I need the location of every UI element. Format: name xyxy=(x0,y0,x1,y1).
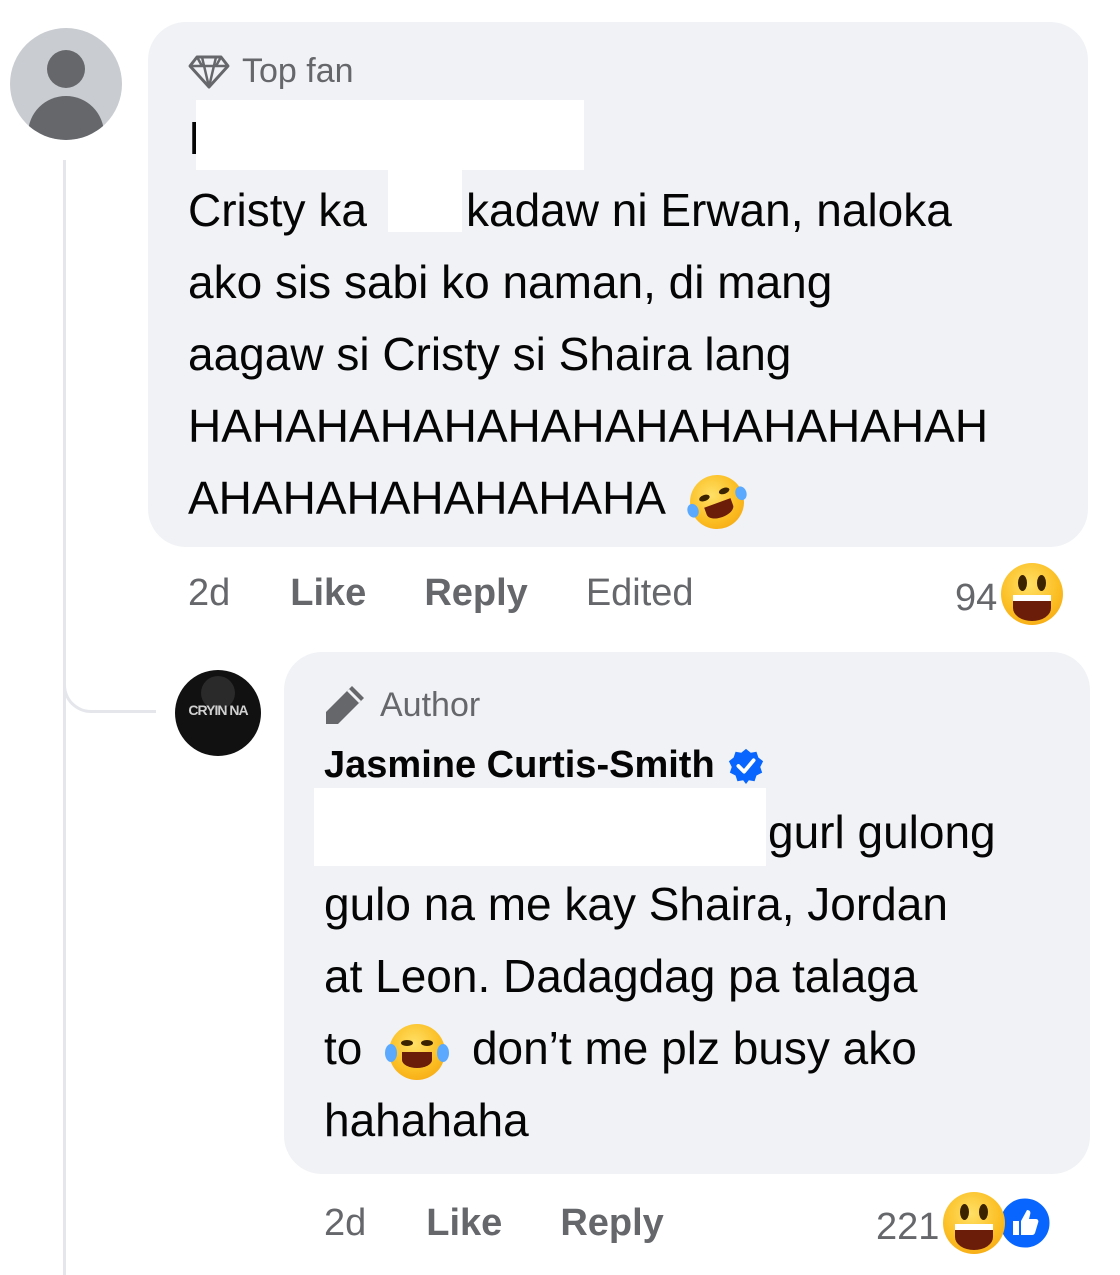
redaction-block xyxy=(314,788,766,866)
reply-bubble: Author Jasmine Curtis-Smith gurl gulong … xyxy=(284,652,1090,1174)
comment-line: HAHAHAHAHAHAHAHAHAHAHAHAH xyxy=(188,400,988,452)
badge-label: Author xyxy=(380,686,480,725)
comment-line: aagaw si Cristy si Shaira lang xyxy=(188,328,791,380)
grinning-face-emoji xyxy=(943,1192,1005,1254)
author-badge: Author xyxy=(322,682,480,728)
comment-time[interactable]: 2d xyxy=(188,572,230,615)
reply-line: hahahaha xyxy=(324,1094,529,1146)
reply-line: gulo na me kay Shaira, Jordan xyxy=(324,878,948,930)
avatar-text: CRYIN NA xyxy=(175,702,261,718)
diamond-icon xyxy=(188,54,230,90)
reply-reactions[interactable]: 221 xyxy=(876,1192,1053,1254)
reply-button[interactable]: Reply xyxy=(424,572,527,615)
verified-badge-icon xyxy=(727,747,765,785)
face-with-tears-of-joy-emoji xyxy=(389,1024,445,1080)
thread-line xyxy=(63,160,66,1275)
reply-line: at Leon. Dadagdag pa talaga xyxy=(324,950,917,1002)
reply-actions: 2d Like Reply xyxy=(324,1202,664,1245)
comment-actions: 2d Like Reply Edited xyxy=(188,572,694,615)
reply-line: don’t me plz busy ako xyxy=(472,1022,917,1074)
reply-time[interactable]: 2d xyxy=(324,1202,366,1245)
edited-label[interactable]: Edited xyxy=(586,572,694,615)
rolling-on-floor-laughing-emoji xyxy=(683,467,752,536)
top-fan-badge: Top fan xyxy=(188,52,354,91)
commenter-avatar[interactable] xyxy=(10,28,122,140)
comment-bubble: Top fan I Cristy ka kadaw ni Erwan, nalo… xyxy=(148,22,1088,547)
comment-line: kadaw ni Erwan, naloka xyxy=(466,174,952,246)
reply-line: to xyxy=(324,1022,362,1074)
comment-line: AHAHAHAHAHAHAHA xyxy=(188,472,663,524)
reply-connector xyxy=(63,620,156,713)
comment-text: I Cristy ka kadaw ni Erwan, naloka ako s… xyxy=(188,102,988,534)
author-avatar[interactable]: CRYIN NA xyxy=(175,670,261,756)
redaction-block xyxy=(388,160,462,232)
comment-line: Cristy ka xyxy=(188,184,367,236)
pencil-icon xyxy=(322,682,368,728)
author-name-text: Jasmine Curtis-Smith xyxy=(324,744,715,787)
grinning-face-emoji xyxy=(1001,563,1063,625)
comment-line: ako sis sabi ko naman, di mang xyxy=(188,256,832,308)
reaction-count: 221 xyxy=(876,1206,939,1249)
author-name[interactable]: Jasmine Curtis-Smith xyxy=(324,744,765,787)
like-thumbs-up-icon xyxy=(997,1195,1053,1251)
comment-reactions[interactable]: 94 xyxy=(955,563,1063,625)
like-button[interactable]: Like xyxy=(290,572,366,615)
badge-label: Top fan xyxy=(242,52,354,91)
like-button[interactable]: Like xyxy=(426,1202,502,1245)
reply-button[interactable]: Reply xyxy=(560,1202,663,1245)
reply-line: gurl gulong xyxy=(768,796,996,868)
reply-text: gurl gulong gulo na me kay Shaira, Jorda… xyxy=(324,796,948,1156)
reaction-count: 94 xyxy=(955,577,997,620)
